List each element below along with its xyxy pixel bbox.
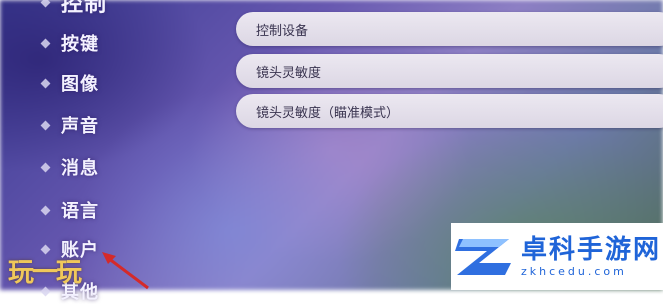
sidebar-item-graphics[interactable]: 图像 <box>40 70 99 96</box>
sidebar-item-sound[interactable]: 声音 <box>40 112 99 138</box>
bullet-icon <box>40 120 51 130</box>
sidebar-item-messages[interactable]: 消息 <box>40 154 99 180</box>
bullet-icon <box>40 38 51 48</box>
sidebar-item-label: 消息 <box>61 158 99 179</box>
setting-control-device[interactable]: 控制设备 <box>236 12 663 46</box>
zhuoke-logo-icon <box>455 238 511 275</box>
sidebar-item-language[interactable]: 语言 <box>40 197 99 223</box>
sidebar-item-label: 控制 <box>61 0 108 17</box>
bullet-icon <box>40 205 51 215</box>
setting-label: 镜头灵敏度（瞄准模式） <box>256 105 400 121</box>
watermark-logo-box: 卓科手游网 zkhcedu.com <box>451 223 663 290</box>
bullet-icon <box>40 162 51 172</box>
bullet-icon <box>40 78 51 88</box>
setting-camera-sensitivity[interactable]: 镜头灵敏度 <box>236 54 663 88</box>
sidebar-item-label: 按键 <box>61 34 99 55</box>
bullet-icon <box>40 0 51 7</box>
sidebar-item-keys[interactable]: 按键 <box>40 30 99 56</box>
setting-camera-sensitivity-aim[interactable]: 镜头灵敏度（瞄准模式） <box>236 94 663 128</box>
settings-sidebar: 控制 按键 图像 声音 消息 语言 账户 其他 <box>0 0 220 303</box>
watermark-title: 卓科手游网 <box>521 235 662 265</box>
setting-label: 控制设备 <box>256 23 309 39</box>
watermark-text: 卓科手游网 zkhcedu.com <box>521 235 661 278</box>
sidebar-item-label: 语言 <box>61 201 99 222</box>
setting-label: 镜头灵敏度 <box>256 65 322 81</box>
red-arrow-icon <box>102 252 149 290</box>
sidebar-item-label: 图像 <box>61 74 99 95</box>
sidebar-item-control[interactable]: 控制 <box>40 0 108 18</box>
watermark-left: 玩一玩 <box>8 258 82 288</box>
sidebar-item-label: 声音 <box>61 116 99 137</box>
watermark-url: zkhcedu.com <box>521 265 627 278</box>
